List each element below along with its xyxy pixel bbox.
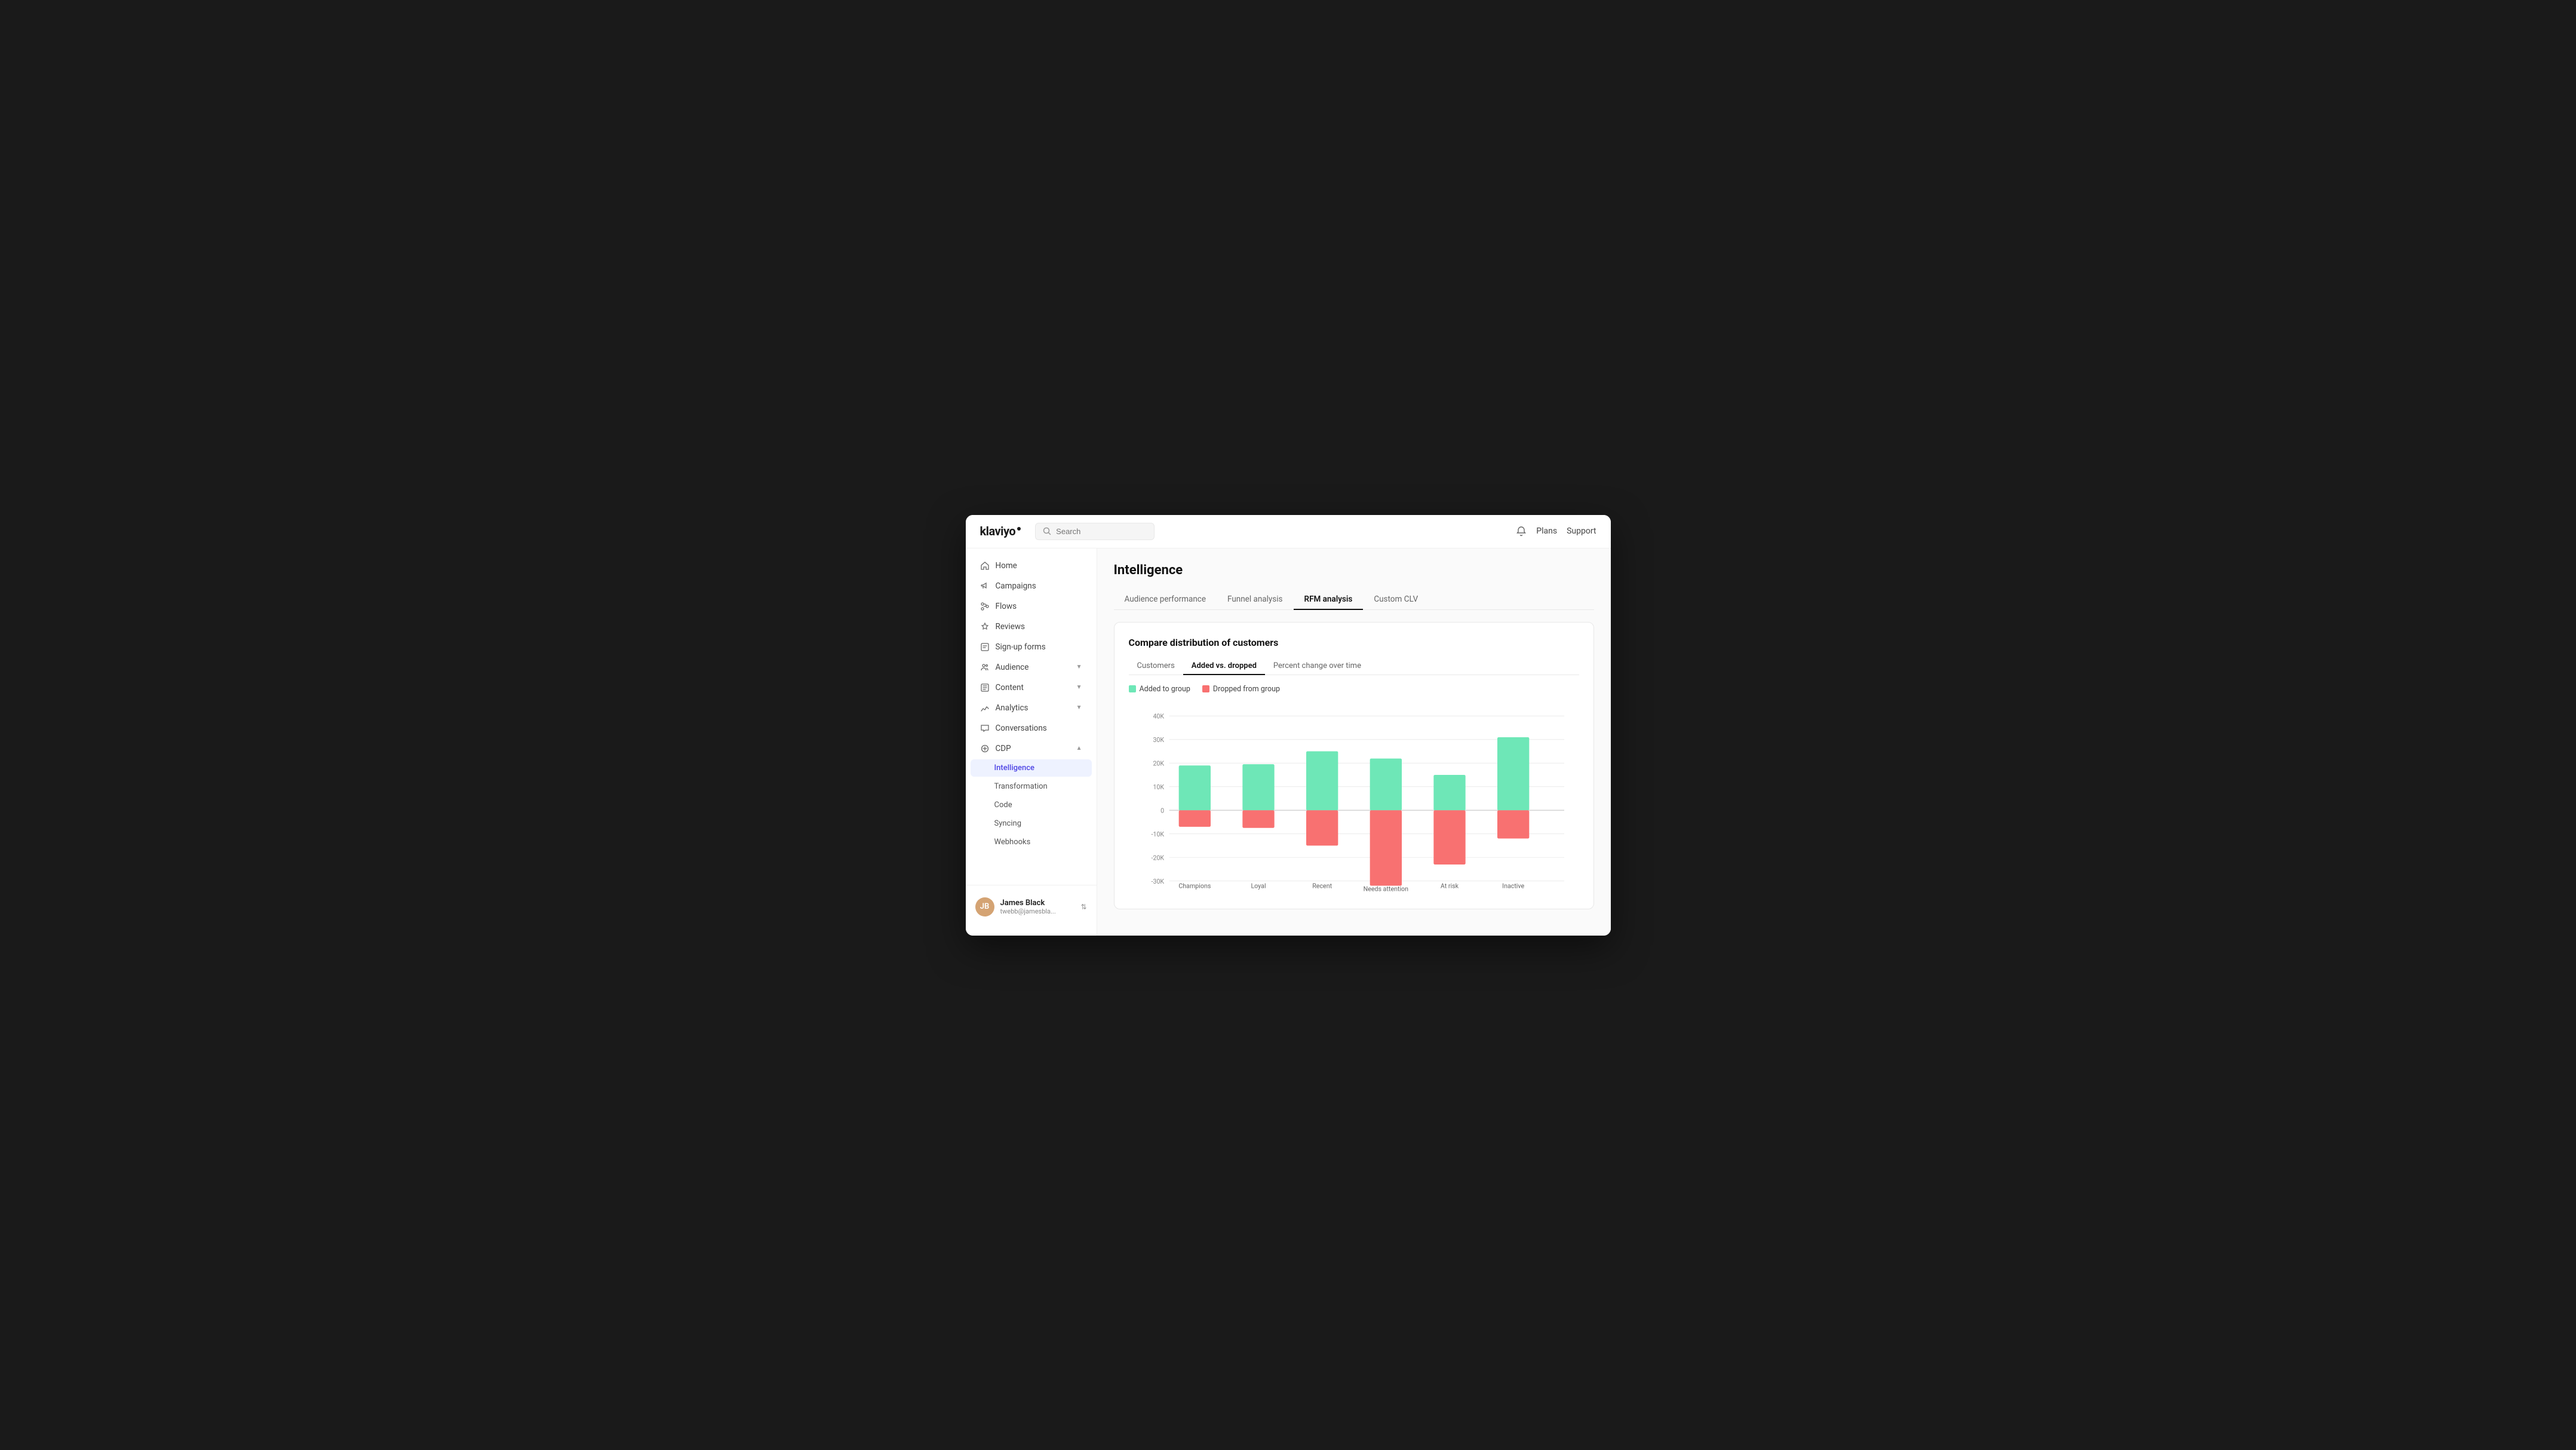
svg-text:Needs attention: Needs attention xyxy=(1363,885,1408,893)
chart-card-title: Compare distribution of customers xyxy=(1129,637,1579,648)
user-name: James Black xyxy=(1000,899,1075,908)
analytics-chevron-icon: ▼ xyxy=(1076,704,1082,711)
chart-legend: Added to group Dropped from group xyxy=(1129,685,1579,694)
sidebar-item-conversations[interactable]: Conversations xyxy=(971,719,1092,738)
chart-tab-percent-change[interactable]: Percent change over time xyxy=(1265,658,1370,675)
sidebar-sub-item-code[interactable]: Code xyxy=(971,796,1092,814)
sidebar-bottom: JB James Black twebb@jamesbla... ⇅ xyxy=(966,885,1097,928)
chart-svg: 40K 30K 20K 10K 0 -10K -20K -30K xyxy=(1129,703,1579,894)
sidebar-sub-item-transformation[interactable]: Transformation xyxy=(971,778,1092,795)
tab-rfm-analysis[interactable]: RFM analysis xyxy=(1294,590,1364,610)
cdp-icon xyxy=(980,744,990,753)
sidebar: Home Campaigns Flows xyxy=(966,548,1097,936)
svg-text:-10K: -10K xyxy=(1151,830,1164,838)
sidebar-item-cdp[interactable]: CDP ▲ xyxy=(971,739,1092,758)
main-content: Intelligence Audience performance Funnel… xyxy=(1097,548,1611,936)
svg-text:-30K: -30K xyxy=(1151,877,1164,885)
bell-icon[interactable] xyxy=(1516,526,1527,537)
sidebar-item-flows[interactable]: Flows xyxy=(971,597,1092,616)
app-header: klaviyo Plans Support xyxy=(966,515,1611,548)
bar-loyal-dropped xyxy=(1242,810,1274,828)
svg-text:Inactive: Inactive xyxy=(1502,882,1524,890)
legend-item-added: Added to group xyxy=(1129,685,1190,694)
sidebar-sub-item-webhooks[interactable]: Webhooks xyxy=(971,833,1092,851)
chat-icon xyxy=(980,724,990,733)
svg-text:20K: 20K xyxy=(1153,759,1164,767)
tab-custom-clv[interactable]: Custom CLV xyxy=(1363,590,1429,610)
bar-inactive-dropped xyxy=(1497,810,1529,838)
tab-funnel-analysis[interactable]: Funnel analysis xyxy=(1217,590,1294,610)
svg-text:At risk: At risk xyxy=(1440,882,1459,890)
form-icon xyxy=(980,642,990,652)
sidebar-item-campaigns[interactable]: Campaigns xyxy=(971,577,1092,596)
audience-icon xyxy=(980,663,990,672)
user-info[interactable]: JB James Black twebb@jamesbla... ⇅ xyxy=(971,893,1092,921)
chart-tab-customers[interactable]: Customers xyxy=(1129,658,1183,675)
tab-audience-performance[interactable]: Audience performance xyxy=(1114,590,1217,610)
legend-dot-dropped xyxy=(1202,685,1209,692)
sidebar-item-signup-forms[interactable]: Sign-up forms xyxy=(971,637,1092,657)
megaphone-icon xyxy=(980,581,990,591)
logo: klaviyo xyxy=(980,524,1021,538)
user-details: James Black twebb@jamesbla... xyxy=(1000,899,1075,915)
sidebar-item-content[interactable]: Content ▼ xyxy=(971,678,1092,697)
bar-at-risk-dropped xyxy=(1433,810,1465,865)
header-right: Plans Support xyxy=(1516,526,1596,537)
bar-recent-dropped xyxy=(1306,810,1338,845)
svg-text:10K: 10K xyxy=(1153,783,1164,791)
chart-card: Compare distribution of customers Custom… xyxy=(1114,622,1594,909)
bar-loyal-added xyxy=(1242,764,1274,810)
plans-link[interactable]: Plans xyxy=(1536,526,1557,536)
svg-text:30K: 30K xyxy=(1153,736,1164,744)
content-chevron-icon: ▼ xyxy=(1076,684,1082,691)
bar-needs-attention-dropped xyxy=(1370,810,1401,885)
bar-inactive-added xyxy=(1497,737,1529,810)
svg-text:-20K: -20K xyxy=(1151,854,1164,862)
search-icon xyxy=(1043,527,1051,535)
svg-text:Loyal: Loyal xyxy=(1251,882,1266,890)
sidebar-item-audience[interactable]: Audience ▼ xyxy=(971,658,1092,677)
chart-tabs: Customers Added vs. dropped Percent chan… xyxy=(1129,658,1579,675)
bar-recent-added xyxy=(1306,751,1338,810)
svg-text:Champions: Champions xyxy=(1178,882,1211,890)
sidebar-item-analytics[interactable]: Analytics ▼ xyxy=(971,698,1092,718)
home-icon xyxy=(980,561,990,571)
bar-needs-attention-added xyxy=(1370,758,1401,810)
content-icon xyxy=(980,683,990,692)
legend-item-dropped: Dropped from group xyxy=(1202,685,1280,694)
avatar: JB xyxy=(975,897,994,916)
app-window: klaviyo Plans Support Home xyxy=(966,515,1611,936)
star-icon xyxy=(980,622,990,631)
cdp-chevron-icon: ▲ xyxy=(1076,745,1082,752)
bar-champions-dropped xyxy=(1178,810,1210,827)
search-bar[interactable] xyxy=(1035,523,1155,540)
app-body: Home Campaigns Flows xyxy=(966,548,1611,936)
svg-text:0: 0 xyxy=(1160,807,1164,814)
search-input[interactable] xyxy=(1056,527,1147,536)
analytics-icon xyxy=(980,703,990,713)
chart-tab-added-vs-dropped[interactable]: Added vs. dropped xyxy=(1183,658,1265,675)
flow-icon xyxy=(980,602,990,611)
sidebar-sub-item-intelligence[interactable]: Intelligence xyxy=(971,759,1092,777)
chart-area: 40K 30K 20K 10K 0 -10K -20K -30K xyxy=(1129,703,1579,894)
audience-chevron-icon: ▼ xyxy=(1076,664,1082,670)
user-chevron-icon: ⇅ xyxy=(1080,903,1086,911)
support-link[interactable]: Support xyxy=(1567,526,1596,536)
user-email: twebb@jamesbla... xyxy=(1000,908,1075,915)
sidebar-sub-item-syncing[interactable]: Syncing xyxy=(971,815,1092,832)
bar-champions-added xyxy=(1178,765,1210,810)
logo-mark xyxy=(1017,527,1021,531)
page-title: Intelligence xyxy=(1114,563,1594,578)
page-tabs: Audience performance Funnel analysis RFM… xyxy=(1114,590,1594,610)
sidebar-item-reviews[interactable]: Reviews xyxy=(971,617,1092,636)
legend-dot-added xyxy=(1129,685,1136,692)
bar-at-risk-added xyxy=(1433,775,1465,810)
sidebar-item-home[interactable]: Home xyxy=(971,556,1092,575)
svg-text:40K: 40K xyxy=(1153,712,1164,720)
svg-text:Recent: Recent xyxy=(1312,882,1332,890)
